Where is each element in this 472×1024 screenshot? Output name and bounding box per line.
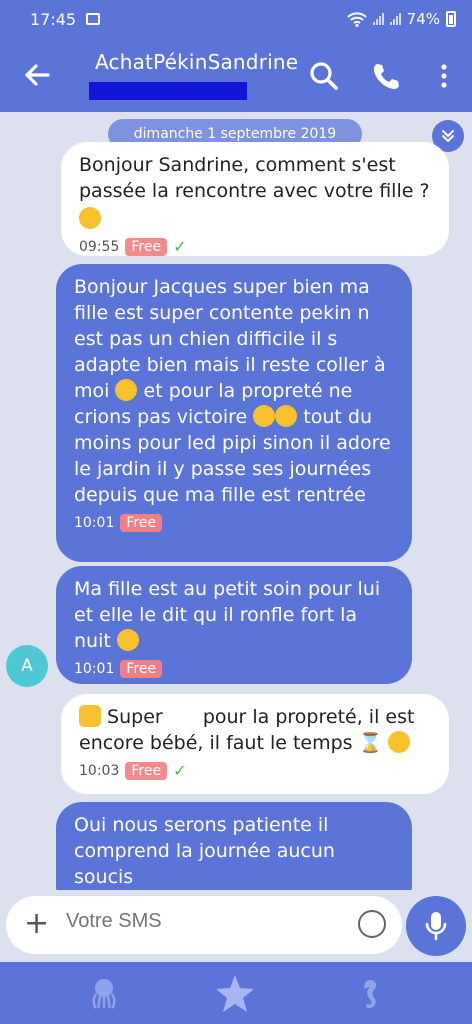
message-meta: 09:55 Free ✓ (79, 234, 431, 260)
tears-of-joy-emoji-icon (115, 379, 138, 401)
app-bar: AchatPékinSandrine (0, 38, 472, 112)
message-time: 09:55 (79, 239, 120, 255)
message-text: Bonjour Sandrine, comment s'est passée l… (79, 154, 430, 202)
delivered-check-icon: ✓ (173, 237, 187, 256)
status-time: 17:45 (30, 9, 77, 29)
message-list[interactable]: dimanche 1 septembre 2019 Bonjour Sandri… (0, 112, 472, 890)
tears-of-joy-emoji-icon (275, 405, 298, 427)
wifi-icon (346, 12, 367, 27)
carrier-badge: Free (120, 660, 163, 678)
tears-of-joy-emoji-icon (253, 405, 276, 427)
message-text: Oui nous serons patiente il comprend la … (74, 814, 335, 888)
more-options-icon[interactable] (428, 60, 460, 92)
message-time: 10:01 (74, 515, 115, 531)
status-indicators: 74% (346, 10, 456, 28)
delivered-check-icon: ✓ (173, 761, 187, 780)
message-bubble[interactable]: Super pour la propreté, il est encore bé… (61, 694, 449, 794)
message-bubble[interactable]: Bonjour Sandrine, comment s'est passée l… (61, 142, 449, 256)
starfish-icon[interactable] (214, 973, 256, 1015)
tears-of-joy-emoji-icon (116, 629, 139, 651)
sms-input[interactable] (66, 910, 336, 933)
conversation-title[interactable]: AchatPékinSandrine (95, 50, 298, 74)
tears-of-joy-emoji-icon (388, 731, 411, 753)
emoji-picker-icon[interactable] (358, 910, 386, 938)
message-bubble[interactable]: Ma fille est au petit soin pour lui et e… (56, 566, 412, 684)
grin-emoji-icon (79, 207, 101, 229)
phone-icon[interactable] (370, 60, 402, 92)
bottom-navigation (0, 962, 472, 1024)
message-meta: 10:01 Free (74, 656, 394, 682)
message-time: 10:03 (79, 763, 120, 779)
carrier-badge: Free (125, 238, 168, 256)
carrier-badge: Free (125, 762, 168, 780)
message-meta: 10:01 Free (74, 510, 394, 536)
microphone-icon (425, 912, 447, 941)
octopus-icon[interactable] (86, 976, 122, 1012)
hourglass-emoji-icon: ⌛ (358, 732, 383, 754)
double-chevron-down-icon (442, 130, 454, 143)
message-meta: 10:03 Free ✓ (79, 758, 431, 784)
thumbs-up-emoji-icon (79, 705, 101, 727)
add-attachment-icon[interactable]: + (24, 908, 49, 940)
contact-avatar[interactable]: A (6, 645, 48, 687)
battery-icon (446, 11, 456, 27)
voice-record-button[interactable] (406, 896, 466, 956)
signal-2-icon (389, 13, 401, 25)
back-arrow-icon[interactable] (20, 58, 54, 92)
message-composer: + (6, 896, 402, 954)
carrier-badge: Free (120, 514, 163, 532)
redacted-number (89, 82, 247, 100)
gallery-notification-icon (86, 13, 101, 25)
message-bubble[interactable]: Bonjour Jacques super bien ma fille est … (56, 264, 412, 562)
message-bubble[interactable]: Oui nous serons patiente il comprend la … (56, 802, 412, 890)
seahorse-icon[interactable] (352, 976, 388, 1012)
status-bar: 17:45 74% (0, 0, 472, 38)
signal-icon (372, 13, 384, 25)
message-text: Super (107, 706, 163, 728)
message-time: 10:01 (74, 661, 115, 677)
search-icon[interactable] (308, 60, 340, 92)
battery-percent: 74% (406, 10, 440, 28)
